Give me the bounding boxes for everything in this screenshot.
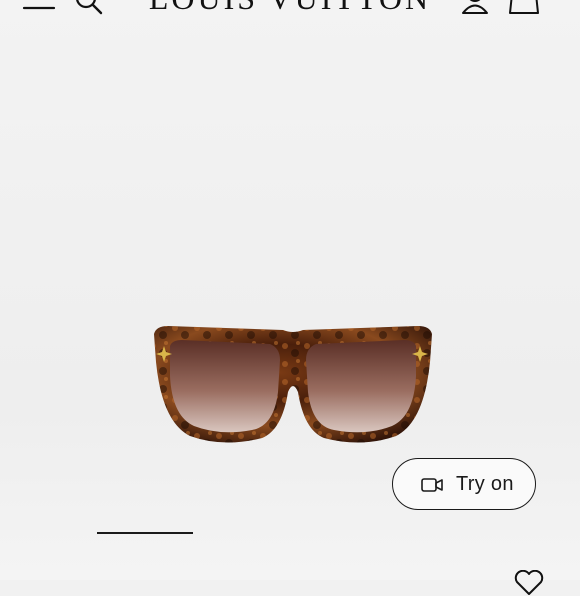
carousel-active-indicator: [97, 532, 193, 534]
sunglasses-product-image: [154, 326, 432, 443]
brand-logo[interactable]: LOUIS VUITTON: [0, 0, 580, 17]
try-on-label: Try on: [456, 473, 514, 495]
shopping-bag-icon[interactable]: [508, 0, 540, 16]
account-icon[interactable]: [460, 0, 490, 16]
wishlist-heart-icon[interactable]: [514, 570, 544, 596]
top-navigation-bar: LOUIS VUITTON: [0, 0, 580, 26]
video-camera-icon: [421, 478, 443, 492]
product-image-viewer: LOUIS VUITTON: [0, 0, 580, 595]
try-on-button[interactable]: Try on: [392, 458, 536, 510]
